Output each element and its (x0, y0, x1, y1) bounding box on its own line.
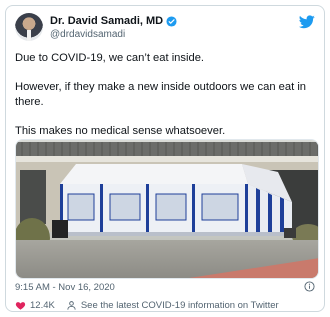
covid-info-link[interactable]: See the latest COVID-19 information on T… (66, 300, 279, 311)
info-icon[interactable] (304, 281, 315, 292)
tweet-paragraph: Due to COVID-19, we can’t eat inside. (15, 52, 205, 64)
tweet-card[interactable]: Dr. David Samadi, MD @drdavidsamadi Due … (5, 5, 325, 312)
tweet-photo[interactable] (15, 139, 319, 279)
author-name-row[interactable]: Dr. David Samadi, MD (50, 15, 177, 27)
person-icon (67, 300, 76, 310)
like-button[interactable]: 12.4K (15, 300, 55, 311)
tweet-timestamp[interactable]: 9:15 AM - Nov 16, 2020 (15, 282, 115, 293)
like-count: 12.4K (30, 299, 55, 311)
tweet-text: Due to COVID-19, we can’t eat inside. Ho… (15, 51, 317, 153)
author-handle[interactable]: @drdavidsamadi (50, 29, 125, 40)
author-name[interactable]: Dr. David Samadi, MD (50, 15, 163, 27)
covid-info-label[interactable]: See the latest COVID-19 information on T… (81, 300, 279, 311)
twitter-bird-icon[interactable] (299, 15, 315, 29)
heart-icon (15, 301, 26, 310)
tweet-header: Dr. David Samadi, MD @drdavidsamadi (15, 13, 315, 45)
tweet-paragraph: However, if they make a new inside outdo… (15, 81, 307, 108)
tweet-actions: 12.4K See the latest COVID-19 informatio… (15, 299, 315, 311)
verified-badge-icon (166, 15, 177, 27)
tweet-paragraph: This makes no medical sense whatsoever. (15, 125, 226, 137)
avatar[interactable] (15, 13, 43, 41)
